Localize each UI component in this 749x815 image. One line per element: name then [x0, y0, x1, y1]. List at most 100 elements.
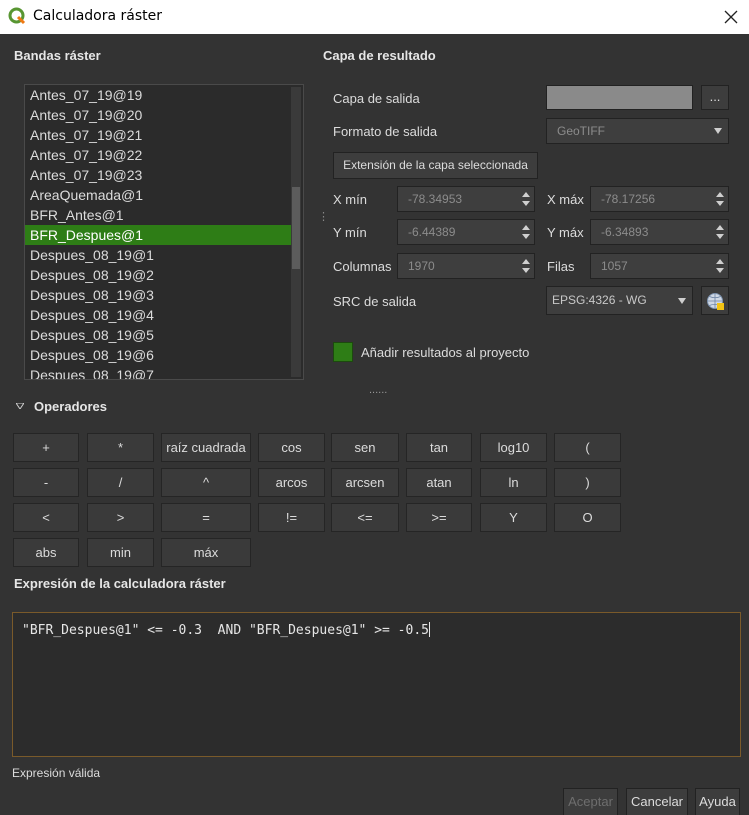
operator-button[interactable]: O — [554, 503, 621, 532]
operator-button[interactable]: log10 — [480, 433, 547, 462]
bands-heading: Bandas ráster — [14, 48, 101, 63]
ymax-value: -6.34893 — [601, 225, 649, 239]
operator-button[interactable]: ln — [480, 468, 547, 497]
dropdown-arrow-icon — [714, 128, 722, 134]
xmin-value: -78.34953 — [408, 192, 463, 206]
operator-button[interactable]: raíz cuadrada — [161, 433, 251, 462]
xmin-spinbox[interactable]: -78.34953 — [397, 186, 535, 212]
crs-value: EPSG:4326 - WG — [552, 293, 647, 307]
scrollbar-thumb[interactable] — [292, 187, 300, 269]
accept-button[interactable]: Aceptar — [563, 788, 618, 815]
operator-button[interactable]: abs — [13, 538, 79, 567]
help-button[interactable]: Ayuda — [695, 788, 740, 815]
crs-label: SRC de salida — [333, 294, 417, 309]
operator-button[interactable]: ) — [554, 468, 621, 497]
splitter-handle[interactable]: ⋮ — [318, 210, 329, 223]
band-list-item[interactable]: Despues_08_19@1 — [25, 245, 291, 265]
crs-selector-button[interactable] — [701, 286, 729, 315]
rows-label: Filas — [547, 259, 575, 274]
columns-value: 1970 — [408, 259, 435, 273]
dropdown-arrow-icon — [678, 298, 686, 304]
xmax-spinbox[interactable]: -78.17256 — [590, 186, 729, 212]
add-results-checkbox[interactable] — [333, 342, 353, 362]
ymax-spinbox[interactable]: -6.34893 — [590, 219, 729, 245]
band-list-item[interactable]: Antes_07_19@22 — [25, 145, 291, 165]
format-value: GeoTIFF — [557, 124, 606, 138]
operator-button[interactable]: != — [258, 503, 325, 532]
operator-button[interactable]: + — [13, 433, 79, 462]
operator-button[interactable]: / — [87, 468, 154, 497]
band-list-item[interactable]: Despues_08_19@6 — [25, 345, 291, 365]
band-list-item[interactable]: Antes_07_19@21 — [25, 125, 291, 145]
selected-layer-extent-button[interactable]: Extensión de la capa seleccionada — [333, 152, 538, 179]
band-list-item[interactable]: Antes_07_19@23 — [25, 165, 291, 185]
expression-status: Expresión válida — [12, 766, 101, 780]
text-caret — [429, 622, 430, 637]
rows-value: 1057 — [601, 259, 628, 273]
spin-arrows-icon[interactable] — [522, 224, 530, 240]
band-list-item[interactable]: Despues_08_19@5 — [25, 325, 291, 345]
band-list-item[interactable]: Despues_08_19@4 — [25, 305, 291, 325]
browse-button[interactable]: ... — [701, 85, 729, 110]
band-list-item[interactable]: Despues_08_19@7 — [25, 365, 291, 379]
band-list-item[interactable]: BFR_Despues@1 — [25, 225, 291, 245]
operator-button[interactable]: tan — [406, 433, 472, 462]
xmax-value: -78.17256 — [601, 192, 656, 206]
band-list-item[interactable]: Antes_07_19@20 — [25, 105, 291, 125]
band-list-item[interactable]: Despues_08_19@3 — [25, 285, 291, 305]
xmin-label: X mín — [333, 192, 367, 207]
raster-bands-list[interactable]: Antes_07_19@19 Antes_07_19@20 Antes_07_19@… — [24, 84, 304, 380]
output-layer-input[interactable] — [546, 85, 693, 110]
rows-spinbox[interactable]: 1057 — [590, 253, 729, 279]
operator-button[interactable]: sen — [331, 433, 399, 462]
columns-label: Columnas — [333, 259, 392, 274]
operator-button[interactable]: arcos — [258, 468, 325, 497]
add-results-label: Añadir resultados al proyecto — [361, 345, 530, 360]
operator-button[interactable]: arcsen — [331, 468, 399, 497]
ymin-spinbox[interactable]: -6.44389 — [397, 219, 535, 245]
spin-arrows-icon[interactable] — [716, 224, 724, 240]
globe-icon — [707, 293, 724, 310]
splitter-dots[interactable]: ...... — [369, 384, 387, 396]
spin-arrows-icon[interactable] — [716, 191, 724, 207]
ymin-label: Y mín — [333, 225, 367, 240]
expression-editor[interactable]: "BFR_Despues@1" <= -0.3 AND "BFR_Despues… — [12, 612, 741, 757]
operator-button[interactable]: = — [161, 503, 251, 532]
band-list-item[interactable]: BFR_Antes@1 — [25, 205, 291, 225]
output-layer-label: Capa de salida — [333, 91, 420, 106]
operator-button[interactable]: atan — [406, 468, 472, 497]
format-label: Formato de salida — [333, 124, 438, 139]
window-title: Calculadora ráster — [33, 8, 163, 24]
operator-button[interactable]: > — [87, 503, 154, 532]
close-icon[interactable] — [719, 5, 743, 29]
band-list-item[interactable]: Antes_07_19@19 — [25, 85, 291, 105]
operator-button[interactable]: ( — [554, 433, 621, 462]
collapse-arrow-icon[interactable] — [16, 403, 24, 409]
columns-spinbox[interactable]: 1970 — [397, 253, 535, 279]
ymax-label: Y máx — [547, 225, 584, 240]
crs-select[interactable]: EPSG:4326 - WG — [546, 286, 693, 315]
operator-button[interactable]: >= — [406, 503, 472, 532]
operator-button[interactable]: * — [87, 433, 154, 462]
operator-button[interactable]: <= — [331, 503, 399, 532]
operator-button[interactable]: ^ — [161, 468, 251, 497]
spin-arrows-icon[interactable] — [522, 191, 530, 207]
operator-button[interactable]: máx — [161, 538, 251, 567]
spin-arrows-icon[interactable] — [716, 258, 724, 274]
band-list-item[interactable]: AreaQuemada@1 — [25, 185, 291, 205]
format-select[interactable]: GeoTIFF — [546, 118, 729, 144]
spin-arrows-icon[interactable] — [522, 258, 530, 274]
qgis-logo-icon — [8, 7, 26, 25]
result-heading: Capa de resultado — [323, 48, 436, 63]
cancel-button[interactable]: Cancelar — [626, 788, 688, 815]
operator-button[interactable]: Y — [480, 503, 547, 532]
list-scrollbar[interactable] — [291, 87, 301, 377]
expression-text: "BFR_Despues@1" <= -0.3 AND "BFR_Despues… — [22, 623, 429, 638]
operator-button[interactable]: < — [13, 503, 79, 532]
operator-button[interactable]: - — [13, 468, 79, 497]
ymin-value: -6.44389 — [408, 225, 456, 239]
band-list-item[interactable]: Despues_08_19@2 — [25, 265, 291, 285]
expression-heading: Expresión de la calculadora ráster — [14, 576, 226, 591]
operator-button[interactable]: cos — [258, 433, 325, 462]
operator-button[interactable]: min — [87, 538, 154, 567]
